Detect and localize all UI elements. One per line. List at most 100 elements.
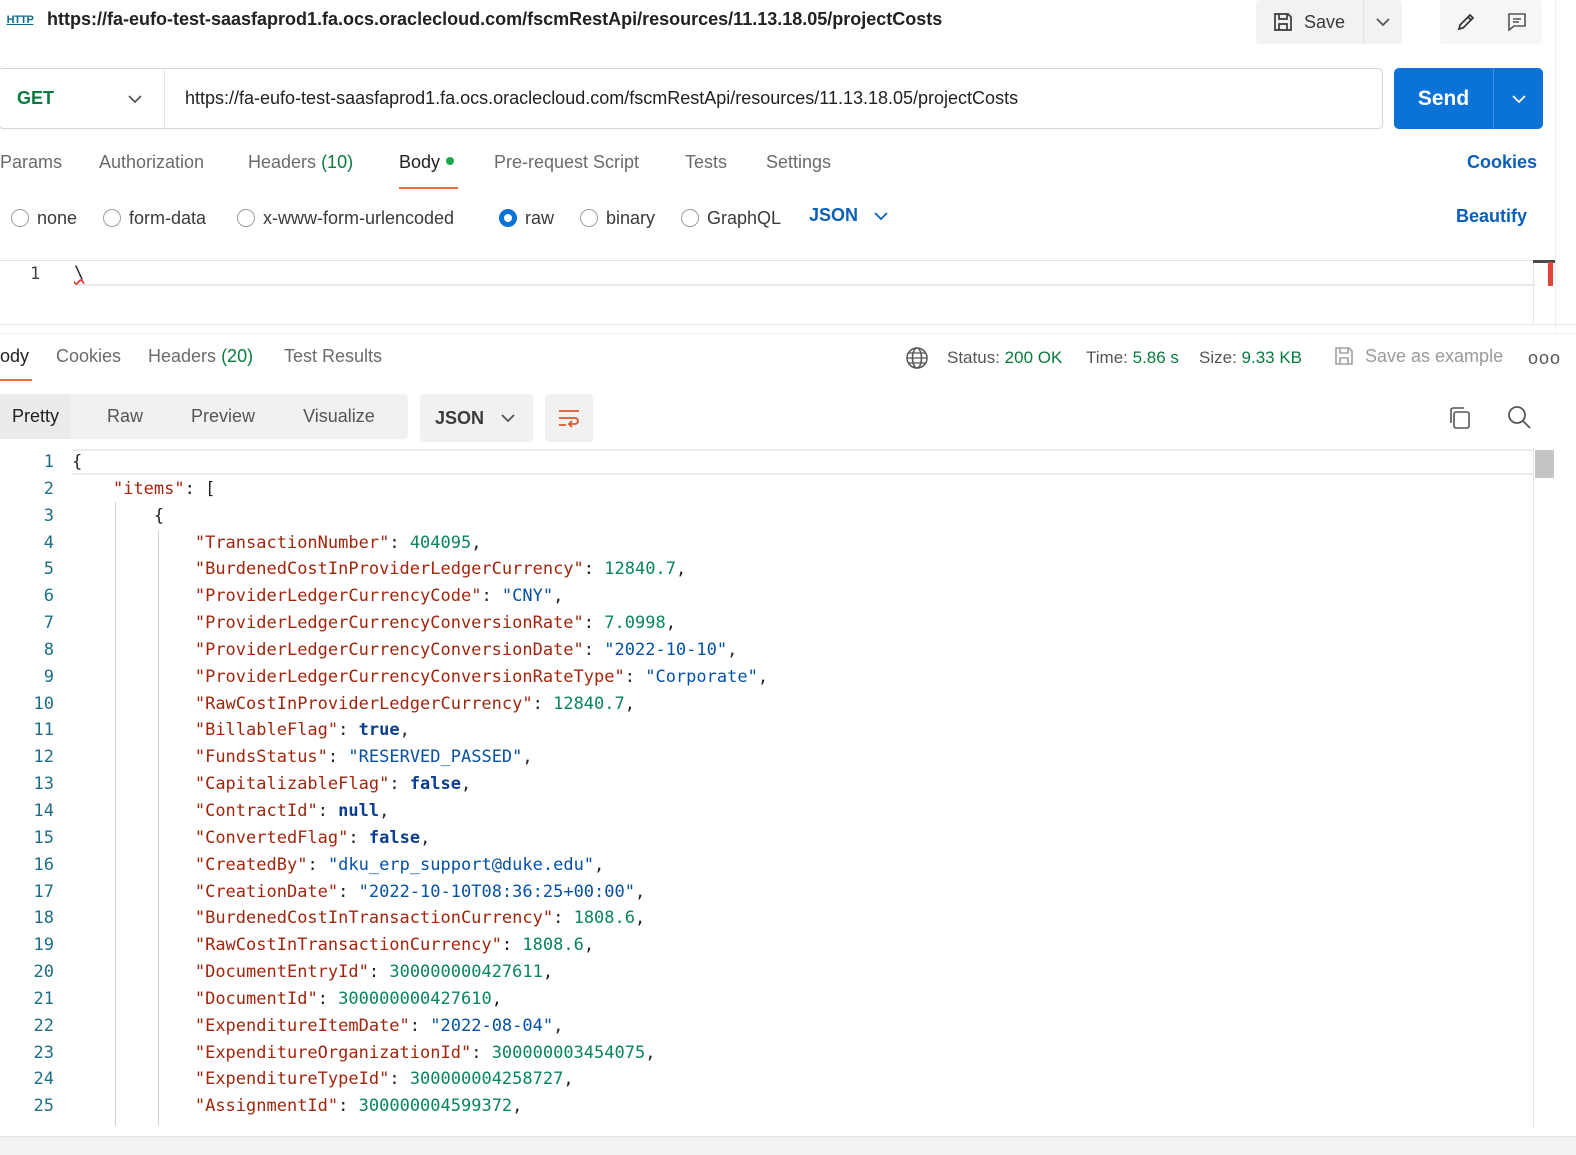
response-tab-body[interactable]: ody xyxy=(0,346,29,367)
copy-icon[interactable] xyxy=(1447,405,1473,431)
code-line: "AssignmentId": 300000004599372, xyxy=(194,1096,523,1117)
chevron-down-icon xyxy=(1511,94,1526,103)
tab-tests[interactable]: Tests xyxy=(685,152,727,173)
line-number: 18 xyxy=(33,908,54,929)
radio-icon xyxy=(237,209,255,227)
json-string: "Corporate" xyxy=(645,666,758,687)
body-format-label: JSON xyxy=(809,205,859,225)
json-bracket: [ xyxy=(205,478,216,499)
json-key: ExpenditureOrganizationId xyxy=(205,1042,461,1063)
json-string: "CNY" xyxy=(501,586,554,607)
body-type-binary[interactable]: binary xyxy=(580,205,655,231)
json-key: ProviderLedgerCurrencyCode xyxy=(205,586,472,607)
json-key: CreationDate xyxy=(205,881,328,902)
body-type-none[interactable]: none xyxy=(11,205,77,231)
size-readout[interactable]: Size: 9.33 KB xyxy=(1199,348,1302,368)
method-select[interactable]: GET xyxy=(0,69,165,128)
json-key: ProviderLedgerCurrencyConversionRateType xyxy=(205,666,615,687)
tab-headers[interactable]: Headers (10) xyxy=(248,152,353,173)
response-tab-headers[interactable]: Headers (20) xyxy=(148,346,253,367)
json-literal: false xyxy=(368,827,421,848)
edit-button[interactable] xyxy=(1440,0,1491,44)
json-number: 300000004599372 xyxy=(358,1096,513,1117)
status-readout[interactable]: Status: 200 OK xyxy=(947,348,1062,368)
method-label: GET xyxy=(17,88,55,108)
response-body-viewer[interactable]: { "items": [ { "TransactionNumber": 4040… xyxy=(72,449,768,1120)
send-button[interactable]: Send xyxy=(1394,68,1494,129)
code-line: "ExpenditureTypeId": 300000004258727, xyxy=(194,1069,574,1090)
tab-params[interactable]: Params xyxy=(0,152,62,173)
scrollbar-thumb[interactable] xyxy=(1535,450,1554,478)
body-type-graphql[interactable]: GraphQL xyxy=(681,205,781,231)
line-number: 10 xyxy=(33,693,54,714)
line-number: 2 xyxy=(43,478,54,499)
line-number: 20 xyxy=(33,962,54,983)
response-format-select[interactable]: JSON xyxy=(420,394,533,442)
json-key: ProviderLedgerCurrencyConversionRate xyxy=(205,613,574,634)
line-number: 4 xyxy=(43,532,54,553)
view-preview[interactable]: Preview xyxy=(143,394,255,439)
save-group: Save xyxy=(1256,0,1402,44)
body-type-form-data-label: form-data xyxy=(129,207,207,228)
line-number: 9 xyxy=(43,666,54,687)
json-key: ConvertedFlag xyxy=(205,827,339,848)
json-literal: null xyxy=(338,800,380,821)
save-as-example-button[interactable]: Save as example xyxy=(1333,345,1503,367)
line-number: 14 xyxy=(33,800,54,821)
body-type-raw[interactable]: raw xyxy=(499,205,554,231)
code-line: "ExpenditureOrganizationId": 30000000345… xyxy=(194,1042,656,1063)
json-string: "2022-10-10T08:36:25+00:00" xyxy=(358,881,635,902)
beautify-button[interactable]: Beautify xyxy=(1456,206,1527,227)
send-options-button[interactable] xyxy=(1494,68,1543,129)
edit-comment-group xyxy=(1440,0,1542,44)
tab-body[interactable]: Body xyxy=(399,152,455,173)
time-readout[interactable]: Time: 5.86 s xyxy=(1086,348,1179,368)
response-tab-cookies[interactable]: Cookies xyxy=(56,346,121,367)
code-line: "ExpenditureItemDate": "2022-08-04", xyxy=(194,1015,564,1036)
json-key: FundsStatus xyxy=(205,747,318,768)
json-key: BurdenedCostInTransactionCurrency xyxy=(205,908,543,929)
cookies-link[interactable]: Cookies xyxy=(1467,152,1537,173)
time-value: 5.86 s xyxy=(1132,348,1179,367)
body-type-form-data[interactable]: form-data xyxy=(103,205,206,231)
line-numbers: 1 2 3 4 5 6 7 8 9 10 11 12 13 14 15 16 17 18 19 20 21 22 23 24 2… xyxy=(14,449,54,1120)
url-input[interactable]: https://fa-eufo-test-saasfaprod1.fa.ocs.… xyxy=(165,88,1018,109)
save-options-button[interactable] xyxy=(1364,0,1402,44)
more-options-button[interactable]: ooo xyxy=(1528,348,1561,369)
request-tab-title: https://fa-eufo-test-saasfaprod1.fa.ocs.… xyxy=(47,9,943,29)
response-scrollbar[interactable] xyxy=(1533,448,1555,1128)
code-line: { xyxy=(72,449,768,476)
tab-authorization[interactable]: Authorization xyxy=(99,152,204,173)
save-label: Save xyxy=(1304,11,1346,32)
json-key: DocumentId xyxy=(205,988,308,1009)
comment-icon xyxy=(1507,13,1526,32)
json-key: DocumentEntryId xyxy=(205,962,359,983)
comments-button[interactable] xyxy=(1491,0,1542,44)
status-value: 200 OK xyxy=(1004,348,1063,367)
request-body-editor[interactable]: \ xyxy=(74,263,84,283)
response-tab-test-results[interactable]: Test Results xyxy=(284,346,382,367)
json-number: 12840.7 xyxy=(604,559,676,580)
globe-icon[interactable] xyxy=(905,346,929,370)
view-pretty[interactable]: Pretty xyxy=(0,394,72,439)
body-format-select[interactable]: JSON xyxy=(809,205,888,226)
tab-settings[interactable]: Settings xyxy=(766,152,831,173)
view-raw[interactable]: Raw xyxy=(71,394,143,439)
body-type-none-label: none xyxy=(37,207,78,228)
size-label: Size: xyxy=(1199,348,1237,367)
json-key: RawCostInProviderLedgerCurrency xyxy=(205,693,523,714)
json-key: ExpenditureItemDate xyxy=(205,1015,400,1036)
tab-prerequest-script[interactable]: Pre-request Script xyxy=(494,152,639,173)
body-type-urlencoded[interactable]: x-www-form-urlencoded xyxy=(237,205,454,231)
code-line: "FundsStatus": "RESERVED_PASSED", xyxy=(194,747,533,768)
tab-headers-count: (10) xyxy=(321,152,354,172)
save-button[interactable]: Save xyxy=(1256,0,1364,44)
wrap-lines-button[interactable] xyxy=(545,394,593,442)
pane-divider[interactable] xyxy=(0,324,1576,334)
tab-body-label: Body xyxy=(399,152,441,172)
line-number: 1 xyxy=(43,452,54,472)
view-visualize[interactable]: Visualize xyxy=(255,394,375,439)
search-icon[interactable] xyxy=(1506,404,1532,430)
code-line: "ProviderLedgerCurrencyConversionDate": … xyxy=(194,639,738,660)
chevron-down-icon xyxy=(501,414,515,423)
